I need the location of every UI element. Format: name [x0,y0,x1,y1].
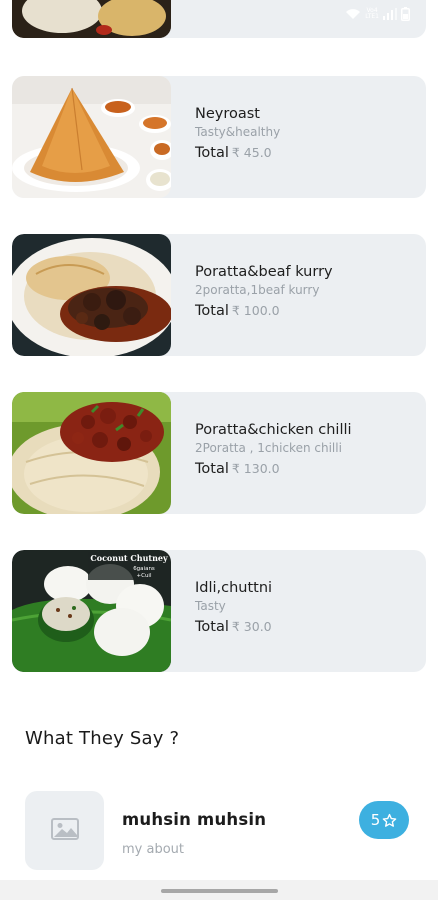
photo-caption-line1: Coconut Chutney [90,553,168,563]
card-info: Poratta&chicken chilli 2Poratta , 1chick… [195,420,352,480]
total-label: Total [195,145,229,161]
reviewer-name: muhsin muhsin [122,810,267,829]
item-description: 2Poratta , 1chicken chilli [195,441,342,455]
total-row: Total ₹ 45.0 [195,141,280,164]
total-row: Total ₹ 130.0 [195,457,352,480]
wifi-icon [345,8,361,20]
item-price: ₹ 30.0 [231,619,272,634]
card-info: Idli,chuttni Tasty Total ₹ 30.0 [195,578,272,638]
item-description: Tasty [195,599,226,613]
menu-card[interactable]: Coconut Chutney 6gaians +Cuil Idli,chutt… [12,550,426,672]
status-icons: Vo4 LTE1 [345,7,410,21]
rating-badge: 5 [359,801,409,839]
item-name: Poratta&beaf kurry [195,264,333,280]
photo-caption-line3: +Cuil [137,573,152,579]
card-info: Poratta&beaf kurry 2poratta,1beaf kurry … [195,262,333,322]
total-label: Total [195,619,229,635]
item-price: ₹ 100.0 [231,303,280,318]
rating-value: 5 [370,811,381,829]
total-row: Total ₹ 30.0 [195,615,272,638]
item-name: Idli,chuttni [195,580,273,596]
volte-icon: Vo4 LTE1 [365,7,379,20]
total-row: Total ₹ 100.0 [195,299,333,322]
reviewer-avatar [25,791,104,870]
food-photo-poratta-chicken [12,392,171,514]
total-label: Total [195,461,229,477]
star-outline-icon [382,813,397,828]
item-description: 2poratta,1beaf kurry [195,283,320,297]
status-bar: Vo4 LTE1 [0,0,438,30]
signal-icon [383,8,397,20]
photo-caption-line2: 6gaians [133,566,155,572]
food-photo-neyroast [12,76,171,198]
home-gesture-handle[interactable] [161,889,278,893]
card-info: Neyroast Tasty&healthy Total ₹ 45.0 [195,104,280,164]
item-name: Poratta&chicken chilli [195,422,352,438]
menu-card[interactable]: Poratta&chicken chilli 2Poratta , 1chick… [12,392,426,514]
battery-icon [401,7,410,21]
food-photo-poratta-beaf [12,234,171,356]
total-label: Total [195,303,229,319]
food-photo-idli: Coconut Chutney 6gaians +Cuil [12,550,171,672]
item-description: Tasty&healthy [195,125,281,139]
menu-card[interactable]: Poratta&beaf kurry 2poratta,1beaf kurry … [12,234,426,356]
image-placeholder-icon [50,817,79,844]
section-title-reviews: What They Say ? [25,728,180,749]
item-price: ₹ 45.0 [231,145,272,160]
item-name: Neyroast [195,106,260,122]
reviewer-about: my about [122,842,184,857]
menu-card[interactable]: Neyroast Tasty&healthy Total ₹ 45.0 [12,76,426,198]
item-price: ₹ 130.0 [231,461,280,476]
